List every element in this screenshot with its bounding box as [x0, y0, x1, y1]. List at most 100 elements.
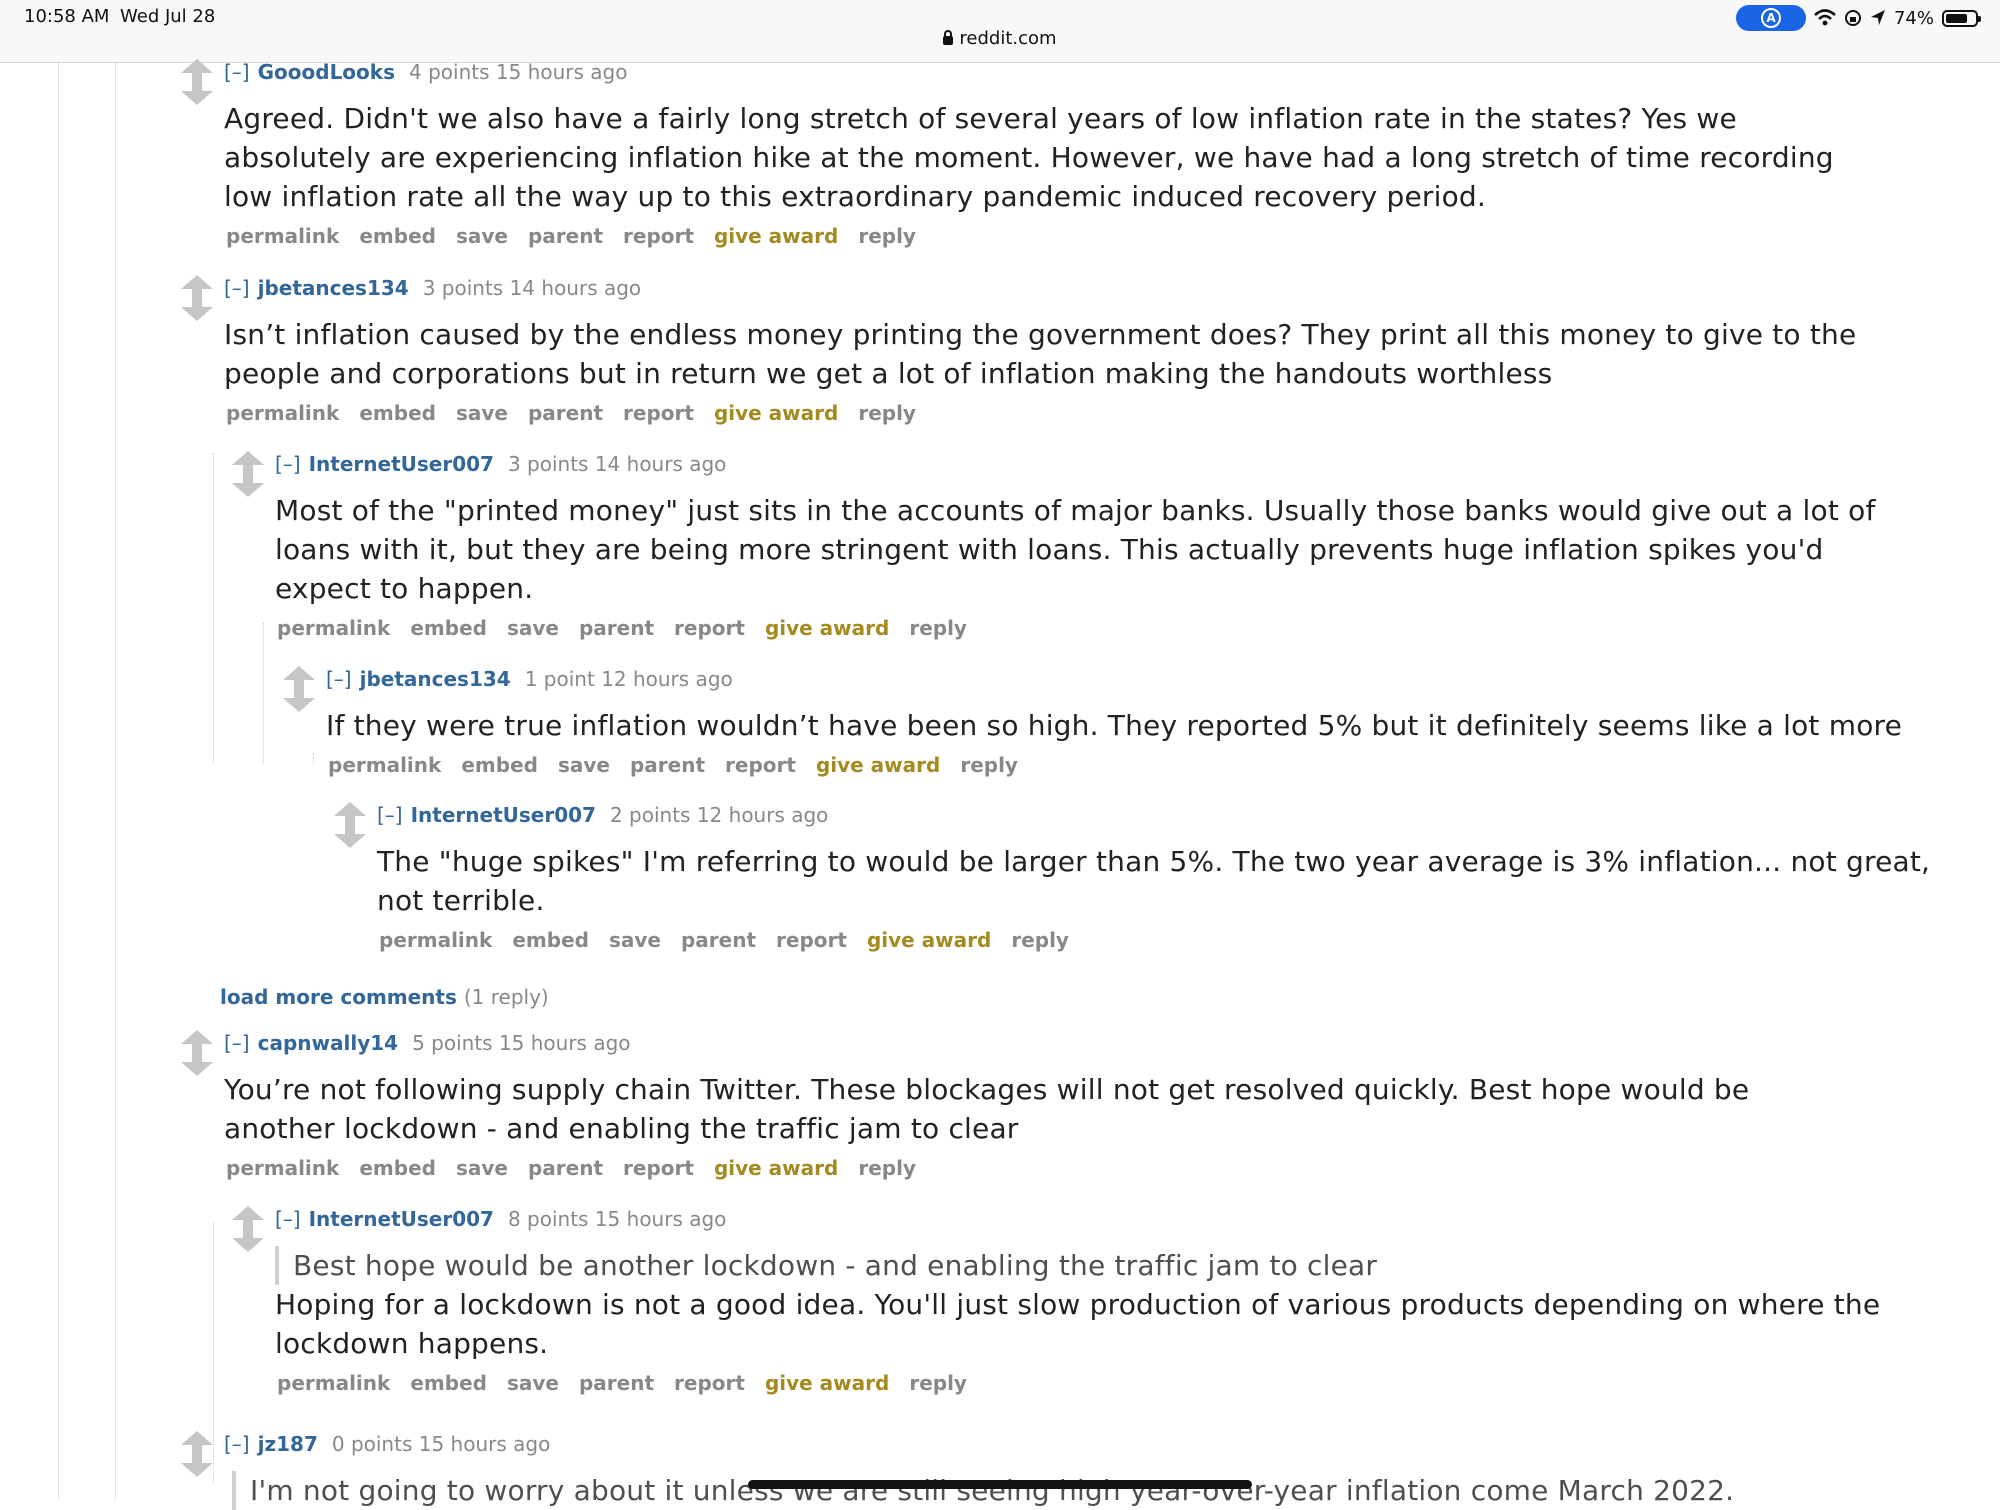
report-link[interactable]: report: [623, 224, 694, 248]
comment-actions: permalink embed save parent report give …: [277, 1371, 1915, 1395]
give-award-link[interactable]: give award: [816, 753, 940, 777]
embed-link[interactable]: embed: [359, 1156, 436, 1180]
downvote-arrow-icon[interactable]: [181, 81, 213, 105]
reply-link[interactable]: reply: [858, 401, 916, 425]
status-icons: A 74%: [1735, 4, 1981, 32]
parent-link[interactable]: parent: [681, 928, 756, 952]
collapse-toggle[interactable]: [–]: [224, 1031, 250, 1055]
upvote-arrow-icon[interactable]: [232, 451, 264, 475]
permalink-link[interactable]: permalink: [277, 1371, 390, 1395]
permalink-link[interactable]: permalink: [277, 616, 390, 640]
give-award-link[interactable]: give award: [714, 401, 838, 425]
comment-author[interactable]: GooodLooks: [258, 60, 395, 84]
permalink-link[interactable]: permalink: [226, 1156, 339, 1180]
upvote-arrow-icon[interactable]: [283, 666, 315, 690]
comment-body: You’re not following supply chain Twitte…: [224, 1073, 1750, 1145]
comment-body: Most of the "printed money" just sits in…: [275, 494, 1876, 605]
comment-author[interactable]: jbetances134: [258, 276, 409, 300]
save-link[interactable]: save: [609, 928, 661, 952]
reply-link[interactable]: reply: [858, 224, 916, 248]
collapse-toggle[interactable]: [–]: [224, 1432, 250, 1456]
reply-link[interactable]: reply: [960, 753, 1018, 777]
save-link[interactable]: save: [456, 224, 508, 248]
permalink-link[interactable]: permalink: [226, 224, 339, 248]
reply-link[interactable]: reply: [909, 616, 967, 640]
url-text[interactable]: reddit.com: [959, 28, 1056, 49]
upvote-arrow-icon[interactable]: [334, 802, 366, 826]
parent-link[interactable]: parent: [579, 616, 654, 640]
give-award-link[interactable]: give award: [714, 224, 838, 248]
give-award-link[interactable]: give award: [714, 1156, 838, 1180]
reply-link[interactable]: reply: [909, 1371, 967, 1395]
upvote-arrow-icon[interactable]: [181, 1431, 213, 1455]
save-link[interactable]: save: [456, 401, 508, 425]
comment-body: The "huge spikes" I'm referring to would…: [377, 845, 1931, 917]
comment-author[interactable]: capnwally14: [258, 1031, 398, 1055]
comment-author[interactable]: InternetUser007: [309, 452, 494, 476]
reply-link[interactable]: reply: [858, 1156, 916, 1180]
downvote-arrow-icon[interactable]: [181, 1453, 213, 1477]
save-link[interactable]: save: [507, 616, 559, 640]
downvote-arrow-icon[interactable]: [334, 824, 366, 848]
parent-link[interactable]: parent: [579, 1371, 654, 1395]
permalink-link[interactable]: permalink: [379, 928, 492, 952]
report-link[interactable]: report: [674, 1371, 745, 1395]
report-link[interactable]: report: [674, 616, 745, 640]
report-link[interactable]: report: [776, 928, 847, 952]
comment-body: Isn’t inflation caused by the endless mo…: [224, 318, 1857, 390]
upvote-arrow-icon[interactable]: [181, 1030, 213, 1054]
comment-body: Agreed. Didn't we also have a fairly lon…: [224, 102, 1834, 213]
downvote-arrow-icon[interactable]: [283, 688, 315, 712]
reply-link[interactable]: reply: [1011, 928, 1069, 952]
upvote-arrow-icon[interactable]: [232, 1206, 264, 1230]
comment-tagline: [–] InternetUser007 8 points 15 hours ago: [275, 1204, 1915, 1234]
collapse-toggle[interactable]: [–]: [224, 60, 250, 84]
embed-link[interactable]: embed: [410, 616, 487, 640]
upvote-arrow-icon[interactable]: [181, 59, 213, 83]
give-award-link[interactable]: give award: [765, 616, 889, 640]
downvote-arrow-icon[interactable]: [181, 297, 213, 321]
comment-body: Best hope would be another lockdown - an…: [275, 1246, 1915, 1363]
home-indicator[interactable]: [748, 1480, 1252, 1489]
report-link[interactable]: report: [725, 753, 796, 777]
comment-author[interactable]: jbetances134: [360, 667, 511, 691]
vote-arrows: [282, 666, 316, 712]
comment: [–] jbetances134 1 point 12 hours ago If t…: [283, 664, 1966, 777]
comment-author[interactable]: InternetUser007: [309, 1207, 494, 1231]
parent-link[interactable]: parent: [630, 753, 705, 777]
permalink-link[interactable]: permalink: [226, 401, 339, 425]
embed-link[interactable]: embed: [461, 753, 538, 777]
embed-link[interactable]: embed: [359, 401, 436, 425]
collapse-toggle[interactable]: [–]: [224, 276, 250, 300]
blockquote: Best hope would be another lockdown - an…: [275, 1246, 1915, 1285]
load-more-link[interactable]: load more comments: [220, 985, 457, 1009]
embed-link[interactable]: embed: [410, 1371, 487, 1395]
load-more-comments[interactable]: load more comments (1 reply): [220, 985, 549, 1009]
vote-arrows: [231, 451, 265, 497]
parent-link[interactable]: parent: [528, 1156, 603, 1180]
collapse-toggle[interactable]: [–]: [275, 1207, 301, 1231]
parent-link[interactable]: parent: [528, 224, 603, 248]
report-link[interactable]: report: [623, 401, 694, 425]
comment-author[interactable]: jz187: [258, 1432, 318, 1456]
save-link[interactable]: save: [507, 1371, 559, 1395]
downvote-arrow-icon[interactable]: [232, 1228, 264, 1252]
upvote-arrow-icon[interactable]: [181, 275, 213, 299]
collapse-toggle[interactable]: [–]: [377, 803, 403, 827]
downvote-arrow-icon[interactable]: [181, 1052, 213, 1076]
address-bar[interactable]: reddit.com: [0, 28, 2000, 49]
comment-meta: 0 points 15 hours ago: [331, 1432, 551, 1456]
give-award-link[interactable]: give award: [765, 1371, 889, 1395]
embed-link[interactable]: embed: [359, 224, 436, 248]
collapse-toggle[interactable]: [–]: [326, 667, 352, 691]
save-link[interactable]: save: [456, 1156, 508, 1180]
save-link[interactable]: save: [558, 753, 610, 777]
collapse-toggle[interactable]: [–]: [275, 452, 301, 476]
report-link[interactable]: report: [623, 1156, 694, 1180]
embed-link[interactable]: embed: [512, 928, 589, 952]
permalink-link[interactable]: permalink: [328, 753, 441, 777]
comment-author[interactable]: InternetUser007: [411, 803, 596, 827]
downvote-arrow-icon[interactable]: [232, 473, 264, 497]
parent-link[interactable]: parent: [528, 401, 603, 425]
give-award-link[interactable]: give award: [867, 928, 991, 952]
